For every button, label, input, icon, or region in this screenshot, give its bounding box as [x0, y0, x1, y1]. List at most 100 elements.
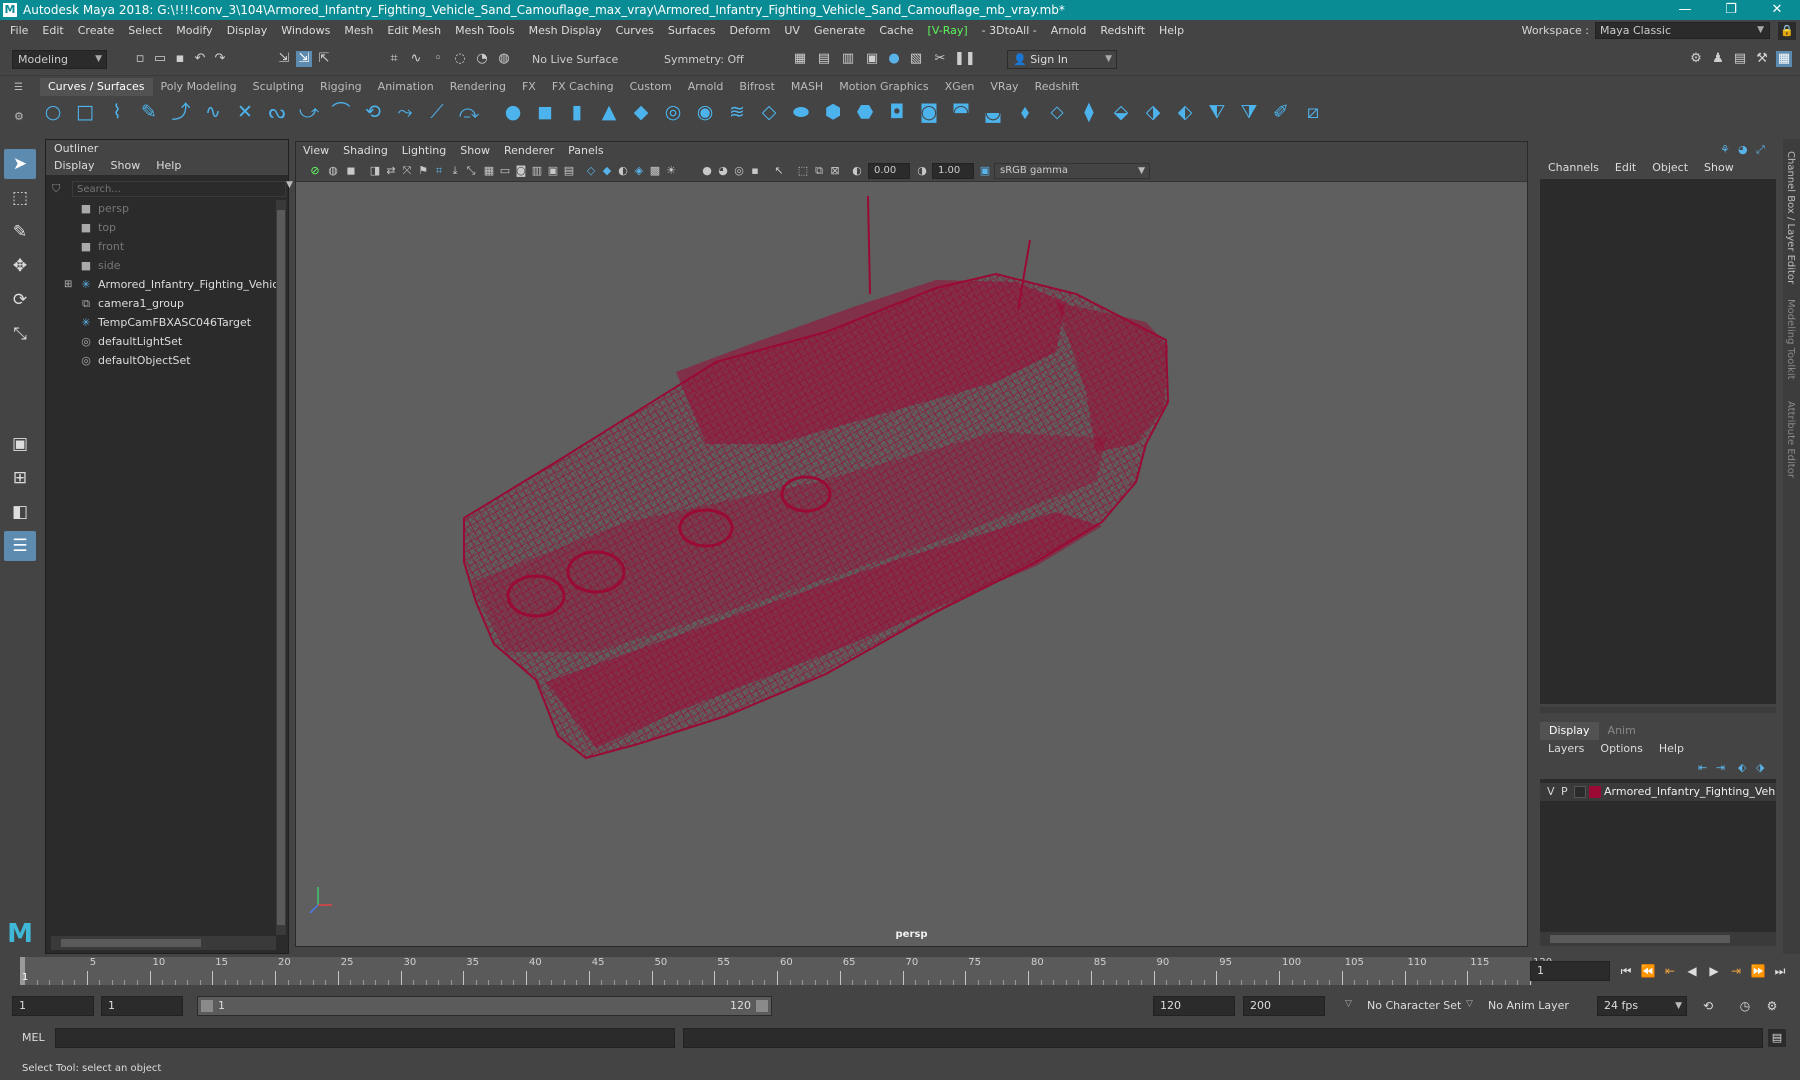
bezier-curve-icon[interactable]: ⤴ — [169, 100, 193, 124]
channel-box-icon[interactable]: ▦ — [1776, 51, 1792, 67]
shelf-tab-rendering[interactable]: Rendering — [442, 78, 514, 96]
menu-select[interactable]: Select — [121, 20, 169, 42]
render-frame-icon[interactable]: ▦ — [792, 51, 808, 67]
expand-icon[interactable]: ⊞ — [64, 276, 72, 294]
viewport-menu-shading[interactable]: Shading — [336, 142, 395, 160]
outliner-search-input[interactable] — [72, 181, 286, 197]
menu-surfaces[interactable]: Surfaces — [661, 20, 723, 42]
nurbs-torus-icon[interactable]: ◎ — [661, 100, 685, 124]
vray-render-icon[interactable]: ✂ — [932, 51, 948, 67]
nurbs-cylinder-icon[interactable]: ▮ — [565, 100, 589, 124]
loft-icon[interactable]: ≋ — [725, 100, 749, 124]
move-layer-down-icon[interactable]: ⇥ — [1716, 761, 1725, 774]
move-layer-up-icon[interactable]: ⇤ — [1698, 761, 1707, 774]
render-sequence-icon[interactable]: ▤ — [816, 51, 832, 67]
tab-display[interactable]: Display — [1540, 722, 1599, 740]
scrollbar-thumb[interactable] — [277, 210, 285, 925]
curve-rebuild-icon[interactable]: ⌒ — [329, 100, 353, 124]
curve-extend-icon[interactable]: ⤳ — [393, 100, 417, 124]
redo-icon[interactable]: ↷ — [212, 51, 228, 67]
detach-surfaces-icon[interactable]: ⬙ — [1109, 100, 1133, 124]
menu-curves[interactable]: Curves — [609, 20, 661, 42]
workspace-dropdown[interactable]: Maya Classic ▼ — [1595, 22, 1770, 39]
2d-pan-zoom-icon[interactable]: ⇄ — [384, 164, 398, 178]
four-view-layout-icon[interactable]: ⊞ — [4, 463, 36, 493]
scale-tool-icon[interactable]: ⤡ — [4, 319, 36, 349]
boundary-icon[interactable]: ⬣ — [853, 100, 877, 124]
shelf-tab-mash[interactable]: MASH — [783, 78, 831, 96]
shelf-tab-arnold[interactable]: Arnold — [680, 78, 732, 96]
open-close-surfaces-icon[interactable]: ⬗ — [1141, 100, 1165, 124]
nurbs-circle-icon[interactable]: ○ — [41, 100, 65, 124]
menu-edit-mesh[interactable]: Edit Mesh — [380, 20, 448, 42]
bookmarks-icon[interactable]: ◼ — [344, 164, 358, 178]
command-input[interactable] — [55, 1028, 675, 1048]
animation-preferences-icon[interactable]: ⚙ — [1764, 998, 1780, 1014]
select-object-icon[interactable]: ⇲ — [296, 51, 312, 67]
textured-icon[interactable]: ◈ — [632, 164, 646, 178]
animation-end-field[interactable]: 200 — [1243, 996, 1325, 1016]
menu-mesh-display[interactable]: Mesh Display — [522, 20, 609, 42]
outliner-item-vehicle[interactable]: ⊞ ✳Armored_Infantry_Fighting_Vehicle_San… — [46, 276, 276, 294]
sign-in-button[interactable]: 👤 Sign In ▼ — [1007, 50, 1117, 69]
shelf-tab-xgen[interactable]: XGen — [937, 78, 983, 96]
splitter-handle[interactable] — [1540, 707, 1776, 713]
menu-vray[interactable]: [V-Ray] — [921, 20, 975, 42]
gamma-icon[interactable]: ◑ — [915, 164, 929, 178]
tab-modeling-toolkit[interactable]: Modeling Toolkit — [1785, 299, 1796, 380]
tab-anim[interactable]: Anim — [1599, 722, 1645, 740]
xray-joints-icon[interactable]: ⧉ — [812, 164, 826, 178]
gamma-field[interactable]: 1.00 — [932, 163, 974, 179]
shelf-menu-icon[interactable]: ☰ — [14, 82, 28, 94]
smooth-shade-icon[interactable]: ◆ — [600, 164, 614, 178]
menu-create[interactable]: Create — [71, 20, 122, 42]
trim-tool-icon[interactable]: ⬧ — [1013, 100, 1037, 124]
script-editor-icon[interactable]: ▤ — [1768, 1029, 1786, 1047]
render-view-icon[interactable]: ▧ — [908, 51, 924, 67]
nurbs-plane-icon[interactable]: ◆ — [629, 100, 653, 124]
menu-mesh-tools[interactable]: Mesh Tools — [448, 20, 522, 42]
outliner-vertical-scrollbar[interactable] — [276, 200, 286, 935]
menu-deform[interactable]: Deform — [722, 20, 777, 42]
shelf-tab-rigging[interactable]: Rigging — [312, 78, 370, 96]
close-button[interactable]: ✕ — [1754, 0, 1800, 20]
cv-curve-icon[interactable]: ⌇ — [105, 100, 129, 124]
single-perspective-layout-icon[interactable]: ▣ — [4, 429, 36, 459]
bookmark-icon[interactable]: ⚑ — [416, 164, 430, 178]
image-plane-icon[interactable]: ◨ — [368, 164, 382, 178]
channel-menu-edit[interactable]: Edit — [1607, 159, 1644, 177]
birail-icon[interactable]: ⬢ — [821, 100, 845, 124]
wireframe-on-shaded-icon[interactable]: ◐ — [616, 164, 630, 178]
attribute-editor-icon[interactable]: ▤ — [1732, 51, 1748, 67]
use-all-lights-icon[interactable]: ▩ — [648, 164, 662, 178]
outliner-item-front[interactable]: ■ front — [46, 238, 276, 256]
shelf-tab-redshift[interactable]: Redshift — [1027, 78, 1088, 96]
snap-surface-icon[interactable]: ◔ — [474, 51, 490, 67]
sculpt-geometry-icon[interactable]: ✐ — [1269, 100, 1293, 124]
layer-type-toggle[interactable] — [1574, 786, 1586, 798]
safe-action-icon[interactable]: ◙ — [514, 164, 528, 178]
menu-file[interactable]: File — [3, 20, 35, 42]
hud-icon[interactable]: ⬚ — [796, 164, 810, 178]
outliner-menu-help[interactable]: Help — [148, 157, 189, 175]
render-settings-icon[interactable]: ▣ — [864, 51, 880, 67]
ipr-render-icon[interactable]: ▥ — [840, 51, 856, 67]
menu-mesh[interactable]: Mesh — [337, 20, 380, 42]
menu-arnold[interactable]: Arnold — [1044, 20, 1094, 42]
new-layer-selected-icon[interactable]: ⬗ — [1756, 761, 1764, 774]
menu-display[interactable]: Display — [220, 20, 275, 42]
animation-start-field[interactable]: 1 — [12, 996, 94, 1016]
anti-aliasing-icon[interactable]: ◎ — [732, 164, 746, 178]
extrude-icon[interactable]: ⬬ — [789, 100, 813, 124]
auto-key-icon[interactable]: ◷ — [1737, 998, 1753, 1014]
snap-grid-icon[interactable]: ⌗ — [386, 51, 402, 67]
tool-settings-icon[interactable]: ⚒ — [1754, 51, 1770, 67]
bevel-plus-icon[interactable]: ◙ — [917, 100, 941, 124]
film-gate-icon[interactable]: ⤓ — [448, 164, 462, 178]
nurbs-cube-icon[interactable]: ◼ — [533, 100, 557, 124]
select-tool-icon[interactable]: ➤ — [4, 149, 36, 179]
grid-toggle-icon[interactable]: ⌗ — [432, 164, 446, 178]
vehicle-wireframe-model[interactable] — [296, 182, 1527, 946]
symmetry-dropdown[interactable]: Symmetry: Off — [658, 50, 756, 69]
step-back-frame-icon[interactable]: ⇤ — [1662, 963, 1678, 979]
